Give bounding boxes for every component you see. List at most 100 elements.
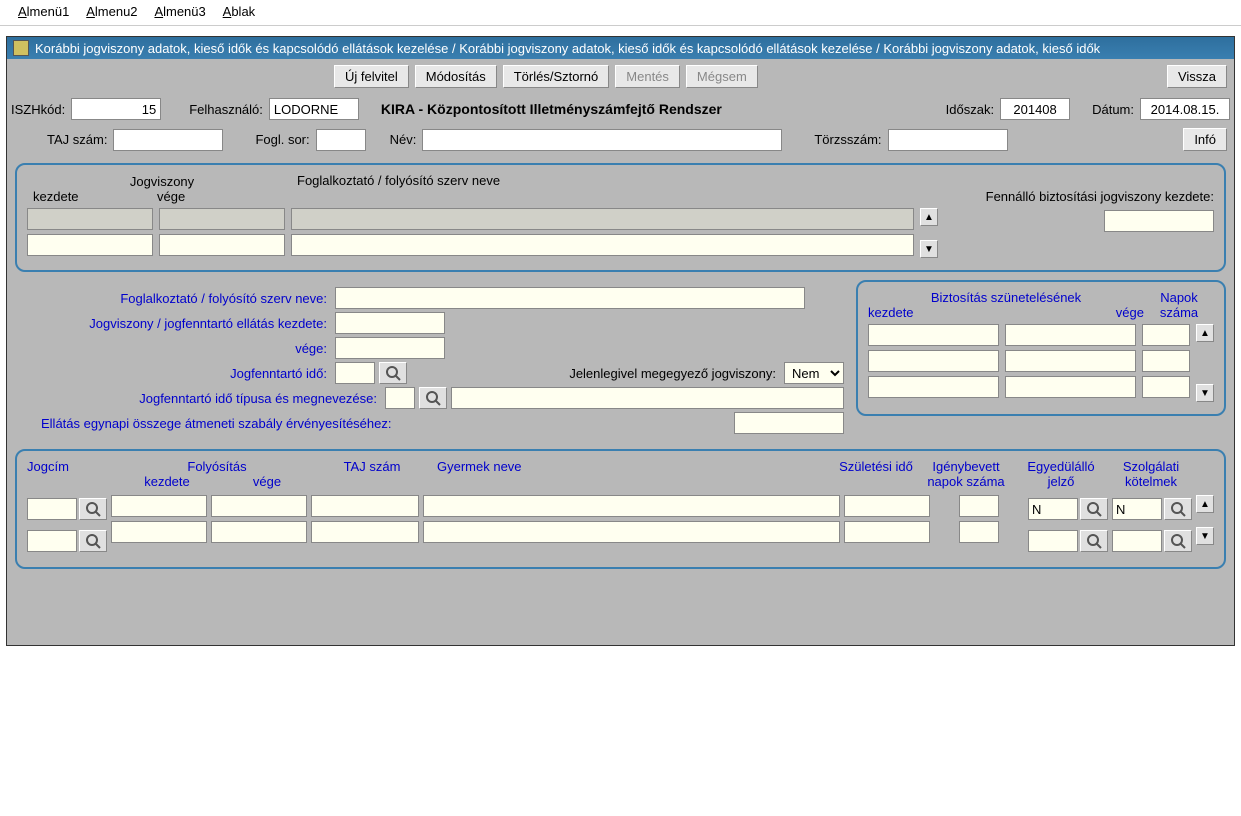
gyermek-2[interactable] — [423, 521, 840, 543]
igenybevett-1[interactable] — [959, 495, 999, 517]
app-icon — [13, 40, 29, 56]
gyermek-1[interactable] — [423, 495, 840, 517]
scroll-down-icon[interactable]: ▼ — [920, 240, 938, 258]
system-title: KIRA - Központosított Illetményszámfejtő… — [381, 101, 722, 117]
scroll-down-icon[interactable]: ▼ — [1196, 384, 1214, 402]
taj-label: TAJ szám: — [47, 132, 107, 147]
modify-button[interactable]: Módosítás — [415, 65, 497, 88]
new-button[interactable]: Új felvitel — [334, 65, 409, 88]
info-button[interactable]: Infó — [1183, 128, 1227, 151]
content-area: Jogviszony kezdete vége Foglalkoztató / … — [7, 155, 1234, 645]
period-field[interactable] — [1000, 98, 1070, 120]
foly-kezdete-1[interactable] — [111, 495, 207, 517]
jogfenntarto-ido-field[interactable] — [335, 362, 375, 384]
folyosito-name-1[interactable] — [291, 208, 914, 230]
folyosito-field[interactable] — [335, 287, 805, 309]
igenybevett-2[interactable] — [959, 521, 999, 543]
foly-vege-1[interactable] — [211, 495, 307, 517]
user-field[interactable] — [269, 98, 359, 120]
menu-item[interactable]: Ablak — [223, 4, 256, 19]
foly-vege-2[interactable] — [211, 521, 307, 543]
egyed-2[interactable] — [1028, 530, 1078, 552]
menu-item[interactable]: Almenu2 — [86, 4, 137, 19]
szolg-2[interactable] — [1112, 530, 1162, 552]
foglsor-label: Fogl. sor: — [255, 132, 309, 147]
bizt-vege-3[interactable] — [1005, 376, 1136, 398]
jogcim-code-1[interactable] — [27, 498, 77, 520]
jogviszony-vege-2[interactable] — [159, 234, 285, 256]
save-button[interactable]: Mentés — [615, 65, 680, 88]
scroll-up-icon[interactable]: ▲ — [920, 208, 938, 226]
bizt-kezdete-hdr: kezdete — [868, 305, 1006, 320]
foglsor-field[interactable] — [316, 129, 366, 151]
nev-field[interactable] — [422, 129, 782, 151]
nev-label: Név: — [390, 132, 417, 147]
jogviszony-scroll[interactable]: ▲ ▼ — [920, 208, 938, 258]
scroll-down-icon[interactable]: ▼ — [1196, 527, 1214, 545]
lookup-icon[interactable] — [79, 498, 107, 520]
jogfenntarto-ido-label: Jogfenntartó idő: — [21, 366, 331, 381]
jelenlegi-label: Jelenlegivel megegyező jogviszony: — [569, 366, 780, 381]
bg-taj-hdr: TAJ szám — [317, 459, 427, 489]
window-titlebar: Korábbi jogviszony adatok, kieső idők és… — [7, 37, 1234, 59]
iszh-field[interactable] — [71, 98, 161, 120]
bg-taj-2[interactable] — [311, 521, 419, 543]
torzsszam-field[interactable] — [888, 129, 1008, 151]
torzsszam-label: Törzsszám: — [814, 132, 881, 147]
napok-2[interactable] — [1142, 350, 1190, 372]
igenybevett-hdr: Igénybevett napok száma — [916, 459, 1016, 489]
lookup-icon[interactable] — [1080, 530, 1108, 552]
napok-1[interactable] — [1142, 324, 1190, 346]
cancel-button[interactable]: Mégsem — [686, 65, 758, 88]
lookup-icon[interactable] — [79, 530, 107, 552]
bizt-kezdete-1[interactable] — [868, 324, 999, 346]
bg-scroll[interactable]: ▲ ▼ — [1196, 495, 1214, 545]
egyed-1[interactable] — [1028, 498, 1078, 520]
folyosito-name-2[interactable] — [291, 234, 914, 256]
szuletesi-2[interactable] — [844, 521, 930, 543]
menu-item[interactable]: AAlmenü1lmenü1 — [18, 4, 69, 19]
jogfenntarto-tipus-text[interactable] — [451, 387, 844, 409]
jogfenntarto-tipus-code[interactable] — [385, 387, 415, 409]
date-field[interactable] — [1140, 98, 1230, 120]
delete-button[interactable]: Törlés/Sztornó — [503, 65, 610, 88]
bizt-vege-1[interactable] — [1005, 324, 1136, 346]
jv-kezdete-field[interactable] — [335, 312, 445, 334]
taj-field[interactable] — [113, 129, 223, 151]
date-label: Dátum: — [1092, 102, 1134, 117]
bizt-vege-2[interactable] — [1005, 350, 1136, 372]
menu-item[interactable]: Almenü3 — [154, 4, 205, 19]
jv-vege-label: vége: — [21, 341, 331, 356]
jv-vege-field[interactable] — [335, 337, 445, 359]
szolg-1[interactable] — [1112, 498, 1162, 520]
toolbar: Új felvitel Módosítás Törlés/Sztornó Men… — [7, 59, 1234, 94]
foly-kezdete-2[interactable] — [111, 521, 207, 543]
lookup-icon[interactable] — [1164, 498, 1192, 520]
jelenlegi-select[interactable]: Nem — [784, 362, 844, 384]
ellatas-field[interactable] — [734, 412, 844, 434]
app-window: Korábbi jogviszony adatok, kieső idők és… — [6, 36, 1235, 646]
fennallo-field[interactable] — [1104, 210, 1214, 232]
scroll-up-icon[interactable]: ▲ — [1196, 324, 1214, 342]
jogviszony-vege-1[interactable] — [159, 208, 285, 230]
jogviszony-kezdete-2[interactable] — [27, 234, 153, 256]
lookup-icon[interactable] — [379, 362, 407, 384]
scroll-up-icon[interactable]: ▲ — [1196, 495, 1214, 513]
bizt-kezdete-2[interactable] — [868, 350, 999, 372]
bizt-scroll[interactable]: ▲ ▼ — [1196, 324, 1214, 402]
lookup-icon[interactable] — [1080, 498, 1108, 520]
bg-kezdete-hdr: kezdete — [117, 474, 217, 489]
iszh-label: ISZHkód: — [11, 102, 65, 117]
bizt-kezdete-3[interactable] — [868, 376, 999, 398]
bg-taj-1[interactable] — [311, 495, 419, 517]
back-button[interactable]: Vissza — [1167, 65, 1227, 88]
lookup-icon[interactable] — [1164, 530, 1192, 552]
jogviszony-kezdete-1[interactable] — [27, 208, 153, 230]
jogcim-code-2[interactable] — [27, 530, 77, 552]
lookup-icon[interactable] — [419, 387, 447, 409]
napok-3[interactable] — [1142, 376, 1190, 398]
szolg-hdr: Szolgálati kötelmek — [1106, 459, 1196, 489]
period-label: Időszak: — [946, 102, 994, 117]
jogviszony-header: Jogviszony — [27, 174, 297, 189]
szuletesi-1[interactable] — [844, 495, 930, 517]
